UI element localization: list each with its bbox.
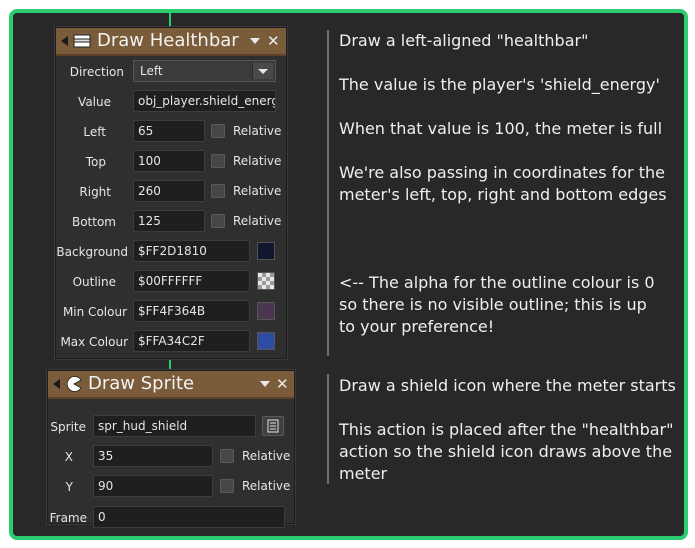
- left-label: Left: [83, 125, 106, 139]
- right-relative-checkbox[interactable]: [211, 184, 225, 198]
- y-label: Y: [65, 480, 73, 494]
- value-label: Value: [78, 95, 111, 109]
- x-input[interactable]: 35: [93, 445, 213, 467]
- relative-label: Relative: [242, 449, 291, 463]
- draw-healthbar-panel: Draw Healthbar ✕ Direction Left Value ob…: [55, 27, 287, 359]
- sprite-note-bar: [327, 374, 329, 484]
- min-colour-label: Min Colour: [62, 305, 127, 319]
- draw-sprite-title: Draw Sprite: [88, 373, 195, 394]
- background-color-swatch[interactable]: [257, 242, 275, 260]
- direction-value: Left: [140, 64, 163, 78]
- draw-sprite-header[interactable]: Draw Sprite ✕: [48, 371, 294, 399]
- max-colour-swatch[interactable]: [257, 332, 275, 350]
- collapse-icon[interactable]: [61, 36, 68, 46]
- left-relative-checkbox[interactable]: [211, 124, 225, 138]
- workspace-canvas: Draw Healthbar ✕ Direction Left Value ob…: [9, 9, 688, 540]
- background-label: Background: [56, 245, 128, 259]
- chevron-down-icon[interactable]: [250, 38, 260, 44]
- top-label: Top: [85, 155, 106, 169]
- y-relative-checkbox[interactable]: [220, 479, 234, 493]
- min-colour-swatch[interactable]: [257, 302, 275, 320]
- right-input[interactable]: 260: [133, 180, 205, 202]
- direction-dropdown[interactable]: Left: [133, 60, 276, 82]
- healthbar-note-bar: [327, 30, 329, 356]
- note-line: The value is the player's 'shield_energy…: [339, 75, 660, 94]
- top-input[interactable]: 100: [133, 150, 205, 172]
- background-input[interactable]: $FF2D1810: [133, 240, 250, 262]
- collapse-icon[interactable]: [53, 379, 60, 389]
- chevron-down-icon: [258, 69, 268, 74]
- chevron-down-icon[interactable]: [260, 381, 270, 387]
- note-line: meter's left, top, right and bottom edge…: [339, 185, 667, 204]
- min-colour-input[interactable]: $FF4F364B: [133, 300, 250, 322]
- note-line: so there is no visible outline; this is …: [339, 295, 647, 314]
- note-line: Draw a left-aligned "healthbar": [339, 31, 589, 50]
- relative-label: Relative: [242, 479, 291, 493]
- note-line: When that value is 100, the meter is ful…: [339, 119, 663, 138]
- outline-label: Outline: [72, 275, 116, 289]
- note-line: We're also passing in coordinates for th…: [339, 163, 665, 182]
- direction-label: Direction: [69, 65, 124, 79]
- sprite-input[interactable]: spr_hud_shield: [93, 415, 256, 437]
- bottom-relative-checkbox[interactable]: [211, 214, 225, 228]
- sprite-label: Sprite: [50, 420, 86, 434]
- draw-healthbar-title: Draw Healthbar: [97, 30, 239, 51]
- note-line: This action is placed after the "healthb…: [339, 420, 674, 439]
- note-line: Draw a shield icon where the meter start…: [339, 376, 676, 395]
- close-icon[interactable]: ✕: [267, 31, 280, 51]
- draw-sprite-panel: Draw Sprite ✕ Sprite spr_hud_shield X 35…: [47, 370, 295, 528]
- x-label: X: [64, 450, 73, 464]
- note-line: meter: [339, 464, 388, 483]
- note-line: <-- The alpha for the outline colour is …: [339, 273, 655, 292]
- relative-label: Relative: [233, 214, 282, 228]
- list-icon: [267, 419, 279, 433]
- x-relative-checkbox[interactable]: [220, 449, 234, 463]
- frame-input[interactable]: 0: [93, 506, 285, 528]
- max-colour-label: Max Colour: [60, 335, 128, 349]
- sprite-picker-button[interactable]: [262, 416, 284, 436]
- relative-label: Relative: [233, 124, 282, 138]
- pacman-sprite-icon: [66, 376, 82, 392]
- outline-color-swatch[interactable]: [257, 272, 275, 290]
- close-icon[interactable]: ✕: [276, 374, 289, 394]
- y-input[interactable]: 90: [93, 475, 213, 497]
- bottom-input[interactable]: 125: [133, 210, 205, 232]
- note-line: to your preference!: [339, 317, 495, 336]
- healthbar-icon: [73, 34, 91, 48]
- left-input[interactable]: 65: [133, 120, 205, 142]
- value-input[interactable]: obj_player.shield_energy: [133, 90, 276, 112]
- max-colour-input[interactable]: $FFA34C2F: [133, 330, 250, 352]
- bottom-label: Bottom: [71, 215, 116, 229]
- dropdown-button[interactable]: [252, 63, 273, 79]
- top-relative-checkbox[interactable]: [211, 154, 225, 168]
- relative-label: Relative: [233, 184, 282, 198]
- note-line: action so the shield icon draws above th…: [339, 442, 673, 461]
- relative-label: Relative: [233, 154, 282, 168]
- draw-healthbar-header[interactable]: Draw Healthbar ✕: [56, 28, 286, 56]
- outline-input[interactable]: $00FFFFFF: [133, 270, 250, 292]
- frame-label: Frame: [49, 511, 87, 525]
- right-label: Right: [79, 185, 111, 199]
